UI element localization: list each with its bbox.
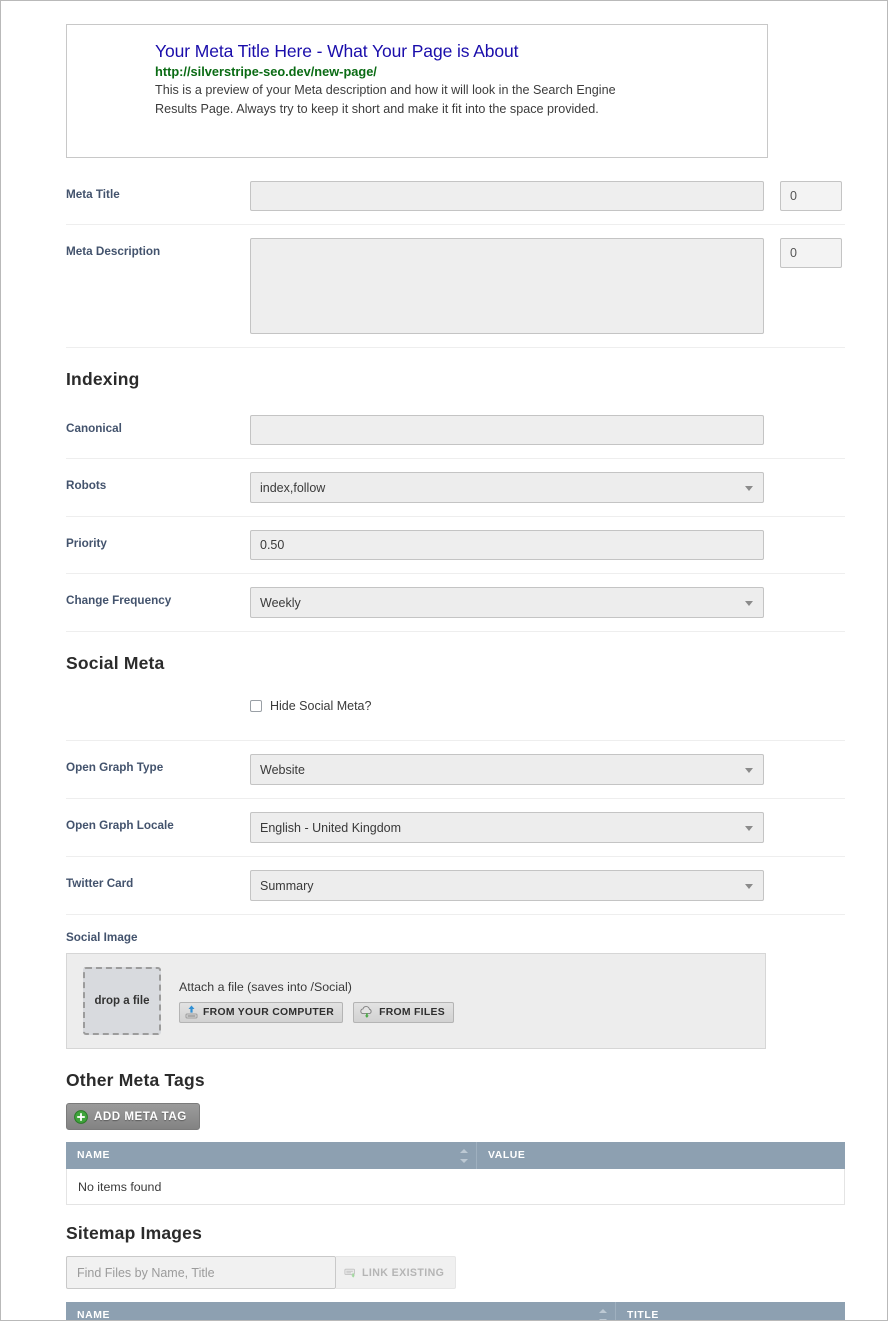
meta-title-label: Meta Title [66, 188, 120, 201]
chevron-down-icon [745, 485, 753, 491]
upload-icon [185, 1005, 198, 1019]
robots-label: Robots [66, 479, 107, 492]
meta-tags-column-name[interactable]: NAME [66, 1142, 477, 1169]
serp-preview: Your Meta Title Here - What Your Page is… [66, 24, 768, 158]
hide-social-meta-checkbox[interactable] [250, 700, 262, 712]
add-meta-tag-button[interactable]: ADD META TAG [66, 1103, 200, 1130]
robots-select[interactable]: index,follow [250, 472, 764, 503]
chevron-down-icon [745, 600, 753, 606]
add-meta-tag-label: ADD META TAG [94, 1110, 187, 1123]
other-meta-tags-heading: Other Meta Tags [66, 1070, 205, 1090]
sitemap-images-column-title[interactable]: TITLE [616, 1302, 845, 1320]
priority-input[interactable] [250, 530, 764, 560]
hide-social-meta-checkbox-group[interactable]: Hide Social Meta? [250, 699, 371, 713]
robots-select-value: index,follow [260, 480, 326, 495]
attach-file-text: Attach a file (saves into /Social) [179, 979, 352, 994]
og-type-select[interactable]: Website [250, 754, 764, 785]
canonical-label: Canonical [66, 422, 122, 435]
link-icon [344, 1268, 355, 1278]
og-locale-select-value: English - United Kingdom [260, 820, 402, 835]
seo-settings-page: Your Meta Title Here - What Your Page is… [0, 0, 888, 1321]
serp-preview-url: http://silverstripe-seo.dev/new-page/ [155, 64, 377, 79]
canonical-input[interactable] [250, 415, 764, 445]
change-frequency-row: Change Frequency Weekly [66, 574, 845, 632]
meta-description-input[interactable] [250, 238, 764, 334]
meta-tags-empty-row: No items found [66, 1169, 845, 1205]
serp-preview-description: This is a preview of your Meta descripti… [155, 83, 616, 116]
hide-social-meta-label: Hide Social Meta? [270, 699, 372, 713]
meta-tags-column-value[interactable]: VALUE [477, 1142, 845, 1169]
twitter-card-select[interactable]: Summary [250, 870, 764, 901]
cloud-icon [360, 1006, 372, 1018]
canonical-row: Canonical [66, 402, 845, 459]
chevron-down-icon [745, 767, 753, 773]
meta-description-counter: 0 [780, 238, 842, 268]
sitemap-search-input[interactable] [66, 1256, 336, 1289]
indexing-heading: Indexing [66, 369, 140, 389]
social-meta-heading: Social Meta [66, 653, 165, 673]
priority-row: Priority [66, 517, 845, 574]
twitter-card-row: Twitter Card Summary [66, 857, 845, 915]
og-locale-select[interactable]: English - United Kingdom [250, 812, 764, 843]
og-type-select-value: Website [260, 762, 305, 777]
from-files-button[interactable]: FROM FILES [353, 1001, 454, 1023]
link-existing-label: LINK EXISTING [362, 1266, 445, 1279]
plus-circle-icon [74, 1109, 88, 1124]
hide-social-meta-row: Hide Social Meta? [66, 686, 845, 741]
social-image-dropzone[interactable]: drop a file [83, 967, 161, 1035]
og-type-row: Open Graph Type Website [66, 741, 845, 799]
change-frequency-select-value: Weekly [260, 595, 301, 610]
from-your-computer-label: FROM YOUR COMPUTER [203, 1006, 335, 1018]
meta-title-input[interactable] [250, 181, 764, 211]
sort-icon[interactable] [459, 1148, 468, 1163]
social-image-upload-area[interactable]: drop a file Attach a file (saves into /S… [66, 953, 766, 1049]
change-frequency-label: Change Frequency [66, 594, 172, 607]
link-existing-button[interactable]: LINK EXISTING [336, 1256, 457, 1289]
chevron-down-icon [745, 825, 753, 831]
og-type-label: Open Graph Type [66, 761, 164, 774]
sitemap-images-column-name[interactable]: NAME [66, 1302, 616, 1320]
meta-tags-table: NAME VALUE No items found [66, 1142, 845, 1205]
chevron-down-icon [745, 883, 753, 889]
meta-title-row: Meta Title 0 [66, 168, 845, 225]
og-locale-row: Open Graph Locale English - United Kingd… [66, 799, 845, 857]
from-files-label: FROM FILES [379, 1006, 445, 1018]
robots-row: Robots index,follow [66, 459, 845, 517]
sitemap-images-table-header: NAME TITLE [66, 1302, 845, 1320]
sitemap-images-table: NAME TITLE No items found [66, 1302, 845, 1320]
sitemap-images-heading: Sitemap Images [66, 1223, 203, 1243]
meta-description-label: Meta Description [66, 245, 161, 258]
from-your-computer-button[interactable]: FROM YOUR COMPUTER [179, 1001, 344, 1023]
sort-icon[interactable] [598, 1308, 607, 1320]
twitter-card-label: Twitter Card [66, 877, 134, 890]
priority-label: Priority [66, 537, 107, 550]
meta-title-counter: 0 [780, 181, 842, 211]
change-frequency-select[interactable]: Weekly [250, 587, 764, 618]
og-locale-label: Open Graph Locale [66, 819, 174, 832]
serp-preview-title: Your Meta Title Here - What Your Page is… [155, 41, 519, 61]
twitter-card-select-value: Summary [260, 878, 314, 893]
meta-description-row: Meta Description 0 [66, 225, 845, 348]
meta-tags-table-header: NAME VALUE [66, 1142, 845, 1169]
social-image-label: Social Image [66, 931, 138, 944]
